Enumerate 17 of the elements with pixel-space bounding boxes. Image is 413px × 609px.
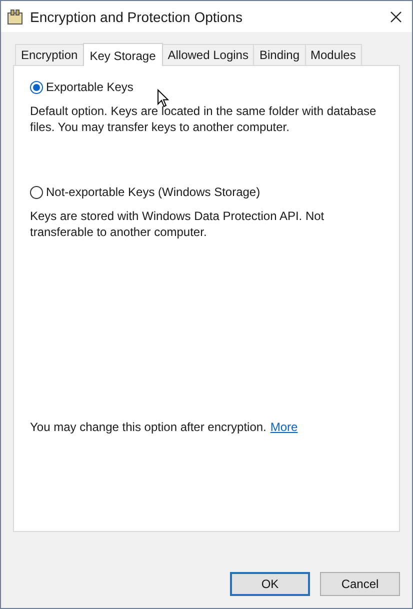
app-icon [7,8,23,24]
window-title: Encryption and Protection Options [30,8,244,24]
radio-button[interactable] [30,186,43,198]
radio-label[interactable]: Exportable Keys [46,80,134,94]
more-link[interactable]: More [270,420,298,434]
radio-button[interactable] [30,80,43,94]
dialog-button[interactable]: OK [230,572,310,596]
tab[interactable]: Encryption [15,44,84,65]
close-icon[interactable] [390,10,402,22]
pointer-icon [157,89,169,108]
dialog-button[interactable]: Cancel [320,572,400,596]
option-description: Default option. Keys are located in the same folder with database files. You may transfer keys to another computer. [30,103,378,135]
radio-label[interactable]: Not-exportable Keys (Windows Storage) [46,185,260,199]
note-text: You may change this option after encryption. [30,420,266,434]
option-description: Keys are stored with Windows Data Protection API. Not transferable to another computer. [30,208,326,240]
tab[interactable]: Key Storage [82,43,163,66]
tab[interactable]: Modules [304,44,362,65]
